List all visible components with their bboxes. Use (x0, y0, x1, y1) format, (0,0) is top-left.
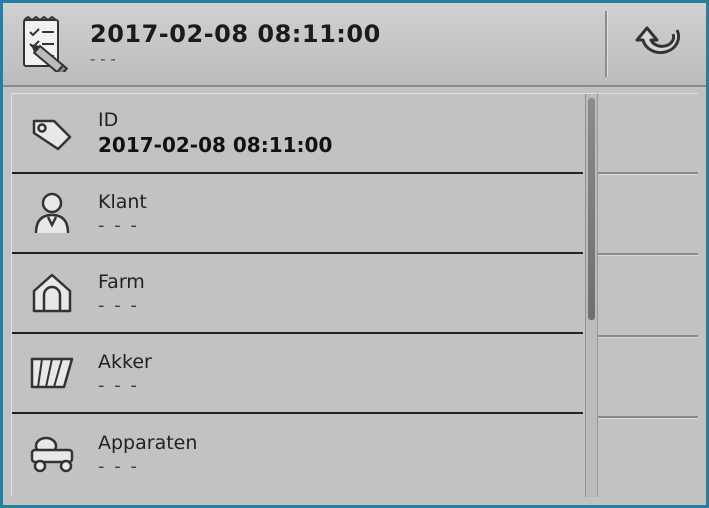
scrollbar-thumb[interactable] (588, 98, 595, 320)
back-button[interactable] (624, 17, 688, 71)
header: 2017-02-08 08:11:00 - - - (3, 3, 706, 87)
side-slot-4[interactable] (598, 337, 698, 418)
task-list-icon (17, 16, 72, 72)
tag-icon (20, 111, 84, 155)
field-icon (20, 353, 84, 393)
back-arrow-icon (627, 22, 685, 66)
row-label: ID (98, 109, 332, 131)
row-text: Apparaten - - - (98, 432, 197, 477)
machine-icon (20, 434, 84, 474)
row-value: - - - (98, 456, 197, 477)
header-title: 2017-02-08 08:11:00 (90, 20, 381, 48)
list-area: ID 2017-02-08 08:11:00 Klant (11, 93, 598, 497)
row-text: Akker - - - (98, 351, 152, 396)
row-label: Akker (98, 351, 152, 373)
side-slot-3[interactable] (598, 255, 698, 336)
row-value: 2017-02-08 08:11:00 (98, 133, 332, 157)
header-divider (605, 11, 608, 77)
body: ID 2017-02-08 08:11:00 Klant (11, 93, 698, 497)
row-value: - - - (98, 295, 145, 316)
scrollbar[interactable] (585, 94, 597, 497)
header-text: 2017-02-08 08:11:00 - - - (90, 20, 381, 68)
side-slot-1[interactable] (598, 93, 698, 174)
side-slot-5[interactable] (598, 418, 698, 497)
side-column (598, 93, 698, 497)
list-item-id[interactable]: ID 2017-02-08 08:11:00 (12, 94, 583, 174)
row-label: Farm (98, 271, 145, 293)
row-value: - - - (98, 375, 152, 396)
row-text: Klant - - - (98, 191, 147, 236)
list-item-apparaten[interactable]: Apparaten - - - (12, 414, 583, 494)
list: ID 2017-02-08 08:11:00 Klant (12, 94, 583, 497)
row-label: Apparaten (98, 432, 197, 454)
side-slot-2[interactable] (598, 174, 698, 255)
row-text: ID 2017-02-08 08:11:00 (98, 109, 332, 157)
row-value: - - - (98, 215, 147, 236)
header-subtitle: - - - (90, 50, 381, 68)
row-label: Klant (98, 191, 147, 213)
list-item-akker[interactable]: Akker - - - (12, 334, 583, 414)
list-item-klant[interactable]: Klant - - - (12, 174, 583, 254)
app-window: 2017-02-08 08:11:00 - - - (0, 0, 709, 508)
person-icon (20, 189, 84, 237)
barn-icon (20, 271, 84, 315)
list-item-farm[interactable]: Farm - - - (12, 254, 583, 334)
row-text: Farm - - - (98, 271, 145, 316)
